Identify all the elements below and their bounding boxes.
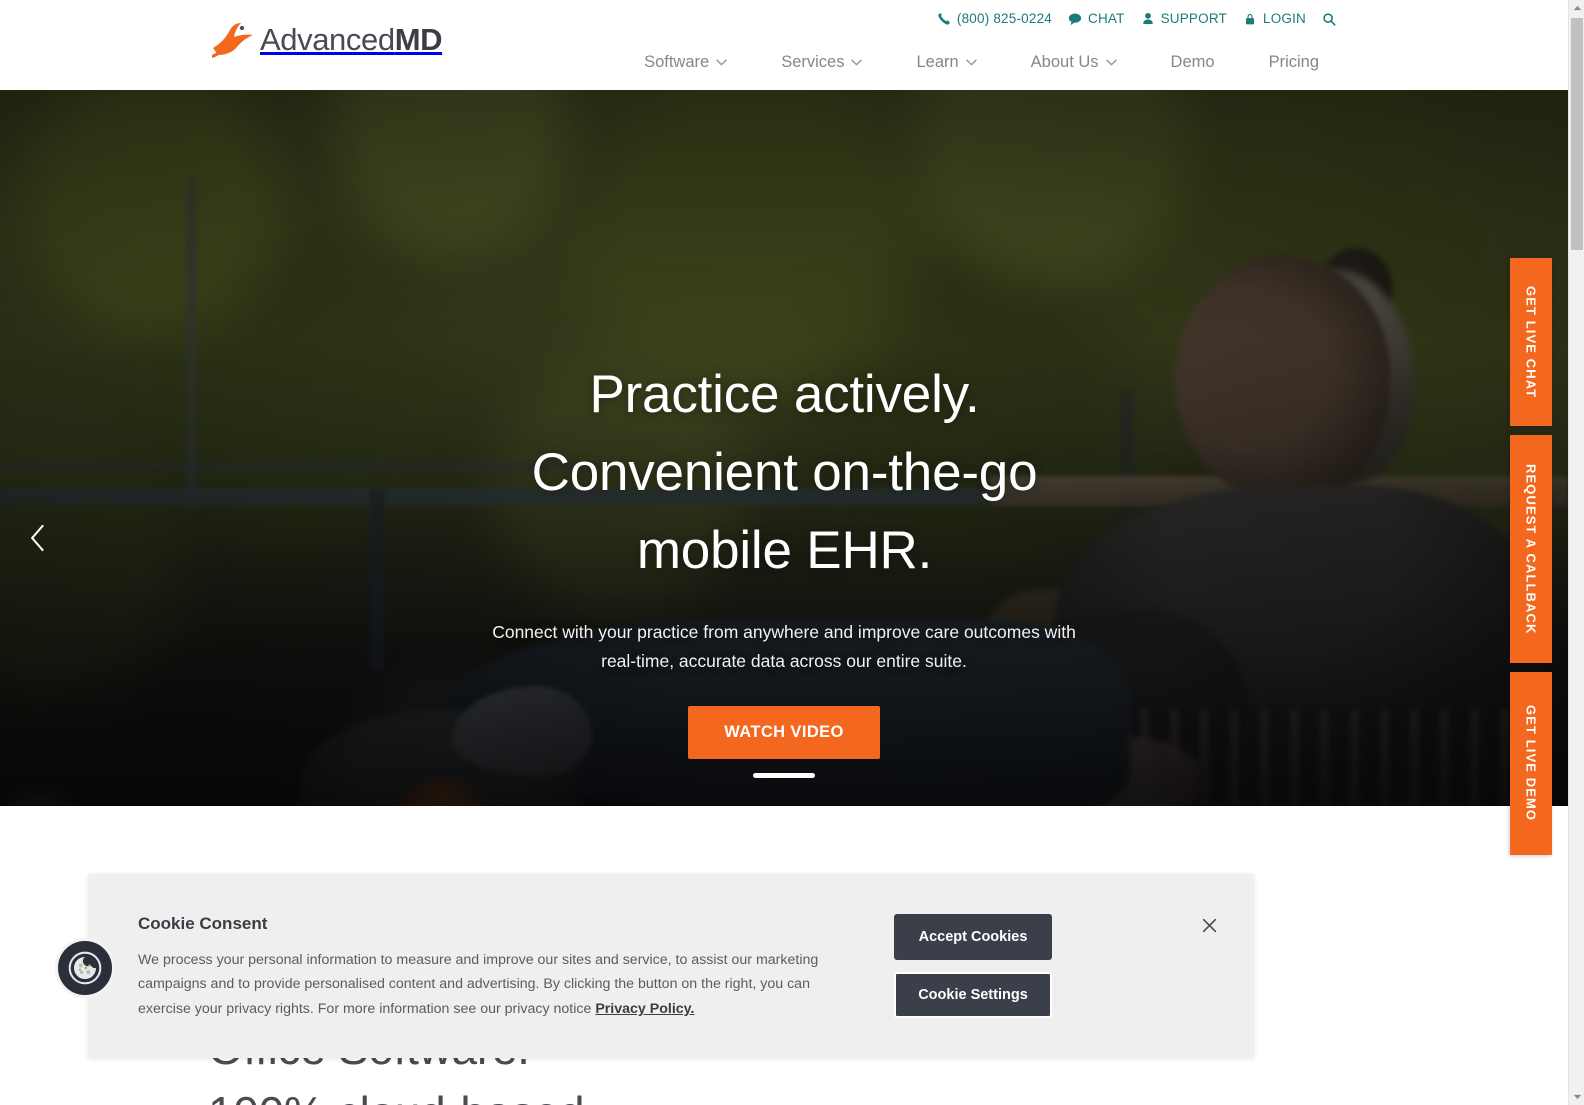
chevron-down-icon xyxy=(716,59,728,66)
close-icon[interactable] xyxy=(1196,912,1222,938)
cookie-banner-body-text: We process your personal information to … xyxy=(138,952,819,1017)
search-icon xyxy=(1322,12,1336,26)
nav-item-pricing[interactable]: Pricing xyxy=(1242,47,1346,78)
side-action-tabs: GET LIVE CHAT REQUEST A CALLBACK GET LIV… xyxy=(1510,258,1552,864)
cookie-banner-buttons: Accept Cookies Cookie Settings xyxy=(894,914,1052,1018)
search-button[interactable] xyxy=(1322,12,1336,26)
cookie-consent-banner: Cookie Consent We process your personal … xyxy=(55,874,1254,1058)
chat-bubble-icon xyxy=(1068,12,1082,26)
nav-item-demo[interactable]: Demo xyxy=(1144,47,1242,78)
chat-label: CHAT xyxy=(1088,11,1125,26)
nav-item-learn[interactable]: Learn xyxy=(889,47,1003,78)
hero-title: Practice actively. Convenient on-the-go … xyxy=(434,356,1134,590)
hero-title-line-2: Convenient on-the-go xyxy=(531,442,1038,502)
browser-page: AdvancedMD (800) 825-0224 CHAT SUPPORT L… xyxy=(0,0,1584,1105)
login-link[interactable]: LOGIN xyxy=(1243,11,1306,26)
nav-label: Software xyxy=(644,53,710,71)
hero-title-line-1: Practice actively. xyxy=(589,365,980,424)
cookie-settings-button[interactable]: Cookie Settings xyxy=(894,972,1052,1018)
accept-cookies-button[interactable]: Accept Cookies xyxy=(894,914,1052,960)
carousel-prev-button[interactable] xyxy=(18,518,58,558)
nav-label: Services xyxy=(781,53,845,71)
login-label: LOGIN xyxy=(1262,11,1306,26)
hero-subtitle: Connect with your practice from anywhere… xyxy=(492,621,1076,672)
chevron-down-icon xyxy=(1105,59,1117,66)
chevron-down-icon xyxy=(965,59,977,66)
hummingbird-logo-icon xyxy=(210,18,260,60)
site-logo[interactable]: AdvancedMD xyxy=(210,18,443,60)
cookie-icon[interactable] xyxy=(55,938,115,998)
scrollbar-thumb[interactable] xyxy=(1571,18,1583,250)
nav-item-software[interactable]: Software xyxy=(617,47,754,78)
carousel-indicators xyxy=(0,773,1568,778)
lock-icon xyxy=(1243,12,1257,26)
page-scrollbar[interactable] xyxy=(1568,0,1584,1105)
nav-label: Pricing xyxy=(1268,53,1319,71)
side-tab-get-live-demo[interactable]: GET LIVE DEMO xyxy=(1510,672,1552,855)
phone-number: (800) 825-0224 xyxy=(956,11,1052,26)
hero-carousel: Practice actively. Convenient on-the-go … xyxy=(0,90,1568,806)
nav-label: Learn xyxy=(916,53,959,71)
nav-label: About Us xyxy=(1030,53,1099,71)
chevron-left-icon xyxy=(29,524,48,552)
side-tab-request-a-callback[interactable]: REQUEST A CALLBACK xyxy=(1510,435,1552,663)
chat-link[interactable]: CHAT xyxy=(1068,11,1125,26)
scroll-up-arrow-icon[interactable] xyxy=(1569,0,1584,16)
side-tab-get-live-chat[interactable]: GET LIVE CHAT xyxy=(1510,258,1552,426)
hero-title-line-3: mobile EHR. xyxy=(636,520,933,580)
support-label: SUPPORT xyxy=(1160,11,1227,26)
nav-label: Demo xyxy=(1170,53,1215,71)
privacy-policy-link[interactable]: Privacy Policy. xyxy=(595,1001,694,1017)
page-viewport: AdvancedMD (800) 825-0224 CHAT SUPPORT L… xyxy=(0,0,1568,1105)
utility-bar: (800) 825-0224 CHAT SUPPORT LOGIN xyxy=(937,11,1336,26)
site-header: AdvancedMD (800) 825-0224 CHAT SUPPORT L… xyxy=(0,0,1568,90)
watch-video-button[interactable]: WATCH VIDEO xyxy=(688,706,880,760)
nav-item-services[interactable]: Services xyxy=(754,47,889,78)
chevron-down-icon xyxy=(851,59,863,66)
cookie-banner-body: We process your personal information to … xyxy=(138,948,828,1021)
cookie-banner-title: Cookie Consent xyxy=(138,914,268,933)
phone-icon xyxy=(937,12,951,26)
phone-link[interactable]: (800) 825-0224 xyxy=(937,11,1052,26)
carousel-indicator-active[interactable] xyxy=(753,773,815,778)
nav-item-about-us[interactable]: About Us xyxy=(1004,47,1144,78)
hero-content: Practice actively. Convenient on-the-go … xyxy=(0,90,1568,760)
user-icon xyxy=(1141,12,1155,26)
support-link[interactable]: SUPPORT xyxy=(1141,11,1227,26)
scroll-down-arrow-icon[interactable] xyxy=(1569,1089,1584,1105)
logo-wordmark: AdvancedMD xyxy=(260,21,443,57)
main-navigation: Software Services Learn About Us Demo Pr… xyxy=(617,47,1346,78)
below-hero-heading-line-2: 100% cloud-based. xyxy=(208,1087,597,1105)
